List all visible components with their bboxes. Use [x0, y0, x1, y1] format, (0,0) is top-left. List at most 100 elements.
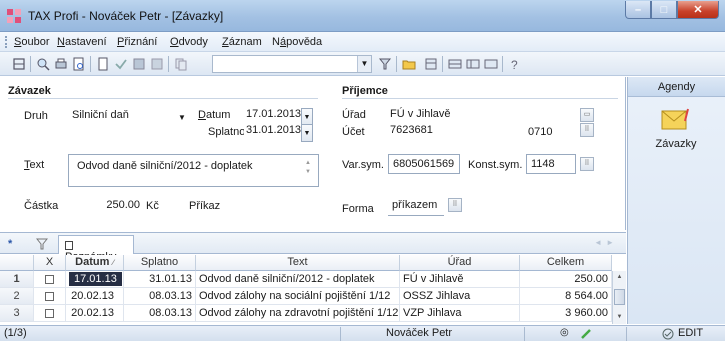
header-celkem[interactable]: Celkem: [520, 255, 612, 271]
menu-napoveda[interactable]: Nápověda: [272, 36, 322, 48]
ucet-label: Účet: [342, 126, 365, 138]
checkbox[interactable]: [45, 274, 54, 284]
header-splatno[interactable]: Splatno: [124, 255, 196, 271]
druh-select[interactable]: Silniční daň: [68, 106, 186, 126]
checkbox[interactable]: [45, 291, 54, 301]
cell-datum[interactable]: 20.02.13: [66, 288, 124, 305]
status-bar: (1/3) Nováček Petr ◎ EDIT: [0, 325, 725, 341]
folder-icon[interactable]: [402, 57, 416, 71]
scroll-down-icon[interactable]: ▼: [613, 311, 626, 323]
print-icon[interactable]: [54, 57, 68, 71]
check-icon[interactable]: [114, 57, 128, 71]
toolbar: ▼ ?: [0, 52, 725, 76]
konstsym-browse-button[interactable]: ⠿: [580, 157, 594, 171]
menu-odvody[interactable]: Odvody: [170, 36, 208, 48]
cell-celkem[interactable]: 3 960.00: [520, 305, 612, 322]
toolbar-separator: [442, 56, 443, 72]
app-icon: [7, 9, 21, 23]
filter-icon[interactable]: [378, 57, 392, 71]
tab-poznamky[interactable]: Poznámky: [58, 235, 134, 263]
form-icon[interactable]: [484, 57, 498, 71]
cut-icon[interactable]: [12, 57, 26, 71]
header-datum[interactable]: Datum ∕: [66, 255, 124, 271]
maximize-button[interactable]: □: [651, 1, 677, 19]
chevron-down-icon[interactable]: ▼: [178, 113, 186, 122]
table-row[interactable]: 2 20.02.13 08.03.13 Odvod zálohy na soci…: [0, 288, 612, 305]
text-field[interactable]: Odvod daně silniční/2012 - doplatek: [68, 154, 319, 187]
konstsym-label: Konst.sym.: [468, 159, 523, 171]
close-button[interactable]: ✕: [677, 1, 719, 19]
cell-datum[interactable]: 20.02.13: [66, 305, 124, 322]
header-urad[interactable]: Úřad: [400, 255, 520, 271]
cell-splatno[interactable]: 08.03.13: [124, 305, 196, 322]
minimize-button[interactable]: –: [625, 1, 651, 19]
scroll-arrows-icon[interactable]: ▲ ▼: [305, 159, 311, 177]
cell-celkem[interactable]: 8 564.00: [520, 288, 612, 305]
cell-datum[interactable]: 17.01.13: [66, 271, 124, 288]
cell-splatno[interactable]: 08.03.13: [124, 288, 196, 305]
cell-celkem[interactable]: 250.00: [520, 271, 612, 288]
tab-bar: * Poznámky ◄►: [0, 232, 626, 263]
datum-value: 17.01.2013: [246, 108, 301, 120]
header-text[interactable]: Text: [196, 255, 400, 271]
scroll-up-icon[interactable]: ▲: [613, 271, 626, 283]
row-number: 3: [0, 305, 34, 322]
menu-zaznam[interactable]: Záznam: [222, 36, 262, 48]
cell-text[interactable]: Odvod daně silniční/2012 - doplatek: [196, 271, 400, 288]
konstsym-field[interactable]: 1148: [526, 154, 576, 174]
tab-scroll-arrows[interactable]: ◄►: [594, 238, 618, 247]
new-icon[interactable]: [96, 57, 110, 71]
cell-urad[interactable]: OSSZ Jihlava: [400, 288, 520, 305]
forma-browse-button[interactable]: ⠿: [448, 198, 462, 212]
row-checkbox[interactable]: [34, 288, 66, 305]
list-icon[interactable]: [466, 57, 480, 71]
table-scrollbar[interactable]: ▲ ▼: [612, 271, 626, 324]
copy-icon[interactable]: [174, 57, 188, 71]
cell-urad[interactable]: VZP Jihlava: [400, 305, 520, 322]
record-count: (1/3): [4, 327, 27, 339]
help-icon[interactable]: ?: [508, 57, 522, 71]
row-checkbox[interactable]: [34, 271, 66, 288]
table-row[interactable]: 1 17.01.13 31.01.13 Odvod daně silniční/…: [0, 271, 612, 288]
castka-value: 250.00: [106, 199, 140, 211]
druh-label: Druh: [24, 110, 48, 122]
cell-urad[interactable]: FÚ v Jihlavě: [400, 271, 520, 288]
table-icon[interactable]: [448, 57, 462, 71]
header-x[interactable]: X: [34, 255, 66, 271]
filter-icon[interactable]: [36, 238, 48, 250]
urad-browse-button[interactable]: ▭: [580, 108, 594, 122]
menu-nastaveni[interactable]: Nastavení: [57, 36, 107, 48]
cell-text[interactable]: Odvod zálohy na sociální pojištění 1/12: [196, 288, 400, 305]
splatno-dropdown[interactable]: ▼: [301, 124, 313, 142]
checkbox[interactable]: [45, 308, 54, 318]
menu-priznani[interactable]: Přiznání: [117, 36, 157, 48]
ucet-browse-button[interactable]: ⠿: [580, 123, 594, 137]
find-icon[interactable]: [36, 57, 50, 71]
ucet-field[interactable]: 7623681: [388, 121, 508, 141]
castka-field[interactable]: 250.00: [68, 196, 144, 216]
pen-icon: [581, 329, 591, 339]
save-as-icon[interactable]: [150, 57, 164, 71]
cell-text[interactable]: Odvod zálohy na zdravotní pojištění 1/12: [196, 305, 400, 322]
varsym-field[interactable]: 6805061569: [388, 154, 460, 174]
save-icon[interactable]: [132, 57, 146, 71]
agenda-zavazky[interactable]: Závazky: [646, 105, 706, 150]
preview-icon[interactable]: [72, 57, 86, 71]
text-label: Text: [24, 159, 45, 171]
splatno-field[interactable]: 31.01.2013: [244, 121, 301, 141]
tab-new-record[interactable]: *: [2, 235, 18, 254]
toolbar-combo[interactable]: ▼: [212, 55, 372, 73]
grid-icon[interactable]: [424, 57, 438, 71]
ucet-bank: 0710: [528, 126, 553, 138]
edit-check-icon: [662, 328, 674, 340]
forma-field[interactable]: příkazem: [388, 196, 444, 216]
table-row[interactable]: 3 20.02.13 08.03.13 Odvod zálohy na zdra…: [0, 305, 612, 322]
konstsym-value: 1148: [531, 158, 555, 170]
section-prijemce: Příjemce: [342, 85, 388, 97]
scroll-thumb[interactable]: [614, 289, 625, 305]
cell-splatno[interactable]: 31.01.13: [124, 271, 196, 288]
chevron-down-icon[interactable]: ▼: [357, 56, 371, 72]
urad-label: Úřad: [342, 109, 366, 121]
menu-soubor[interactable]: Soubor: [14, 36, 49, 48]
row-checkbox[interactable]: [34, 305, 66, 322]
